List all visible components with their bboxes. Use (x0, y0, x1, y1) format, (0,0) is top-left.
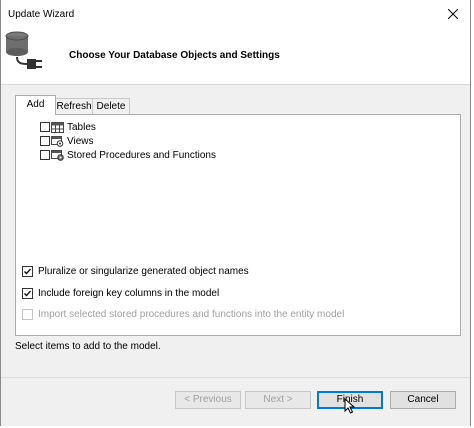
views-checkbox[interactable] (40, 136, 50, 146)
page-heading: Choose Your Database Objects and Setting… (69, 50, 280, 61)
foreign-keys-label: Include foreign key columns in the model (38, 287, 220, 299)
stored-procedure-icon (51, 149, 64, 161)
wizard-body: Add Refresh Delete Tables Views Stored P… (1, 85, 470, 426)
window-title: Update Wizard (8, 9, 75, 20)
update-wizard-window: Update Wizard Choose Your Database Objec… (0, 0, 471, 426)
tree-item-label: Tables (67, 121, 96, 133)
tree-item-label: Views (67, 135, 94, 147)
view-icon (51, 135, 64, 147)
add-tab-panel: Tables Views Stored Procedures and Funct… (15, 114, 461, 336)
foreign-keys-checkbox[interactable] (22, 287, 33, 299)
cancel-button[interactable]: Cancel (390, 391, 456, 409)
status-text: Select items to add to the model. (15, 341, 161, 352)
tab-delete[interactable]: Delete (92, 98, 130, 114)
tab-add[interactable]: Add (15, 95, 56, 115)
import-sprocs-checkbox (22, 308, 33, 320)
pluralize-option[interactable]: Pluralize or singularize generated objec… (22, 264, 249, 278)
tree-item-tables[interactable]: Tables (40, 120, 96, 134)
tree-item-stored-procedures[interactable]: Stored Procedures and Functions (40, 148, 216, 162)
tab-refresh[interactable]: Refresh (55, 98, 93, 114)
tree-item-label: Stored Procedures and Functions (67, 149, 216, 161)
mouse-cursor-icon (344, 397, 356, 414)
next-button[interactable]: Next > (245, 391, 311, 409)
pluralize-checkbox[interactable] (22, 265, 33, 277)
foreign-keys-option[interactable]: Include foreign key columns in the model (22, 286, 219, 300)
wizard-header: Choose Your Database Objects and Setting… (1, 30, 470, 85)
import-sprocs-option: Import selected stored procedures and fu… (22, 307, 344, 321)
table-icon (51, 121, 64, 133)
import-sprocs-label: Import selected stored procedures and fu… (38, 308, 345, 320)
tree-item-views[interactable]: Views (40, 134, 94, 148)
previous-button[interactable]: < Previous (175, 391, 241, 409)
database-connection-icon (3, 30, 51, 74)
stored-procedures-checkbox[interactable] (40, 150, 50, 160)
pluralize-label: Pluralize or singularize generated objec… (38, 265, 249, 277)
footer-divider (1, 377, 470, 378)
close-icon[interactable] (442, 3, 464, 25)
tables-checkbox[interactable] (40, 122, 50, 132)
title-bar: Update Wizard (1, 0, 470, 31)
